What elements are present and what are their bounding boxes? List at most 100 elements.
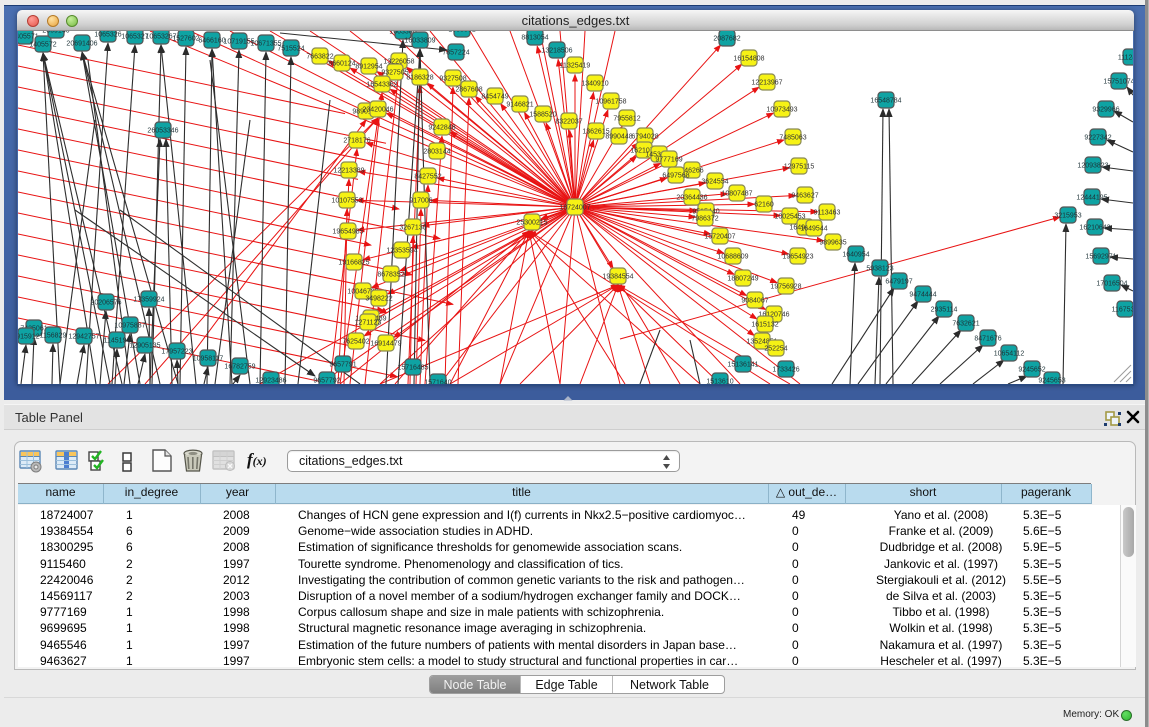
svg-text:252254: 252254	[764, 346, 787, 353]
svg-text:20691406: 20691406	[66, 41, 97, 48]
svg-text:7955812: 7955812	[613, 116, 640, 123]
svg-text:17957223: 17957223	[161, 349, 192, 356]
svg-text:3267130: 3267130	[399, 225, 426, 232]
svg-text:10975887: 10975887	[114, 323, 145, 330]
svg-text:17359924: 17359924	[133, 297, 164, 304]
svg-text:1167533: 1167533	[1112, 307, 1133, 314]
svg-text:10107553: 10107553	[331, 198, 362, 205]
svg-text:12942757: 12942757	[68, 334, 99, 341]
svg-text:2935114: 2935114	[931, 307, 958, 314]
svg-text:7485063: 7485063	[779, 135, 806, 142]
svg-text:1271123: 1271123	[355, 320, 382, 327]
svg-text:9657791: 9657791	[329, 362, 356, 369]
svg-text:6497568: 6497568	[662, 173, 689, 180]
svg-text:10807487: 10807487	[721, 191, 752, 198]
svg-text:3215953: 3215953	[1054, 213, 1081, 220]
svg-text:19654923: 19654923	[782, 254, 813, 261]
svg-text:15720407: 15720407	[704, 234, 735, 241]
svg-text:1340910: 1340910	[581, 81, 608, 88]
svg-text:8813054: 8813054	[521, 35, 548, 42]
svg-text:1615132: 1615132	[751, 322, 778, 329]
svg-text:18807249: 18807249	[727, 276, 758, 283]
svg-text:8186328: 8186328	[406, 75, 433, 82]
svg-text:15136141: 15136141	[727, 362, 758, 369]
svg-text:12213967: 12213967	[751, 80, 782, 87]
svg-text:8678352: 8678352	[377, 272, 404, 279]
svg-text:2087682: 2087682	[713, 36, 740, 43]
svg-text:16782759: 16782759	[224, 364, 255, 371]
svg-text:2069140: 2069140	[42, 31, 69, 35]
svg-text:16548784: 16548784	[870, 98, 901, 105]
svg-text:6466160: 6466160	[198, 38, 225, 45]
svg-text:19654985: 19654985	[332, 229, 363, 236]
svg-text:17016504: 17016504	[1096, 281, 1127, 288]
svg-text:26053346: 26053346	[147, 128, 178, 135]
svg-text:7986372: 7986372	[691, 216, 718, 223]
svg-text:19166825: 19166825	[338, 260, 369, 267]
svg-text:8454749: 8454749	[481, 94, 508, 101]
svg-text:1112480: 1112480	[1118, 55, 1133, 62]
svg-text:7515524: 7515524	[277, 46, 304, 53]
svg-text:2867608: 2867608	[455, 87, 482, 94]
svg-text:20364436: 20364436	[676, 195, 707, 202]
svg-text:15692971: 15692971	[1085, 254, 1116, 261]
svg-text:1156829: 1156829	[40, 333, 67, 340]
svg-text:1065326: 1065326	[94, 32, 121, 39]
svg-text:7632621: 7632621	[952, 321, 979, 328]
svg-text:9463627: 9463627	[791, 193, 818, 200]
svg-text:9227342: 9227342	[1084, 135, 1111, 142]
svg-text:8471676: 8471676	[974, 336, 1001, 343]
svg-text:9084067: 9084067	[741, 298, 768, 305]
svg-text:18724007: 18724007	[559, 205, 590, 212]
svg-text:20206576: 20206576	[90, 300, 121, 307]
svg-text:9113463: 9113463	[814, 210, 841, 217]
svg-text:9245652: 9245652	[1018, 367, 1045, 374]
svg-text:3624554: 3624554	[701, 179, 728, 186]
svg-text:16033809: 16033809	[404, 38, 435, 45]
svg-text:16914479: 16914479	[370, 341, 401, 348]
svg-text:8990448: 8990448	[605, 134, 632, 141]
svg-text:6479197: 6479197	[885, 279, 912, 286]
svg-text:8322037: 8322037	[555, 119, 582, 126]
svg-text:8912954: 8912954	[355, 64, 382, 71]
svg-text:8660124: 8660124	[328, 61, 355, 68]
svg-text:12975115: 12975115	[784, 164, 815, 171]
svg-text:2803144: 2803144	[423, 149, 450, 156]
svg-text:62160: 62160	[754, 202, 774, 209]
svg-text:10973493: 10973493	[766, 107, 797, 114]
svg-text:12213389: 12213389	[333, 168, 364, 175]
svg-text:16210643: 16210643	[1079, 225, 1110, 232]
svg-text:7857224: 7857224	[442, 50, 469, 57]
svg-text:9474444: 9474444	[909, 292, 936, 299]
svg-text:13218506: 13218506	[541, 48, 572, 55]
svg-text:12444195: 12444195	[1076, 195, 1107, 202]
svg-text:12905135: 12905135	[129, 343, 160, 350]
svg-text:1603381: 1603381	[448, 31, 475, 34]
svg-text:5938123: 5938123	[866, 266, 893, 273]
svg-text:7663822: 7663822	[306, 54, 333, 61]
svg-text:1588520: 1588520	[529, 112, 556, 119]
svg-text:10654112: 10654112	[994, 351, 1025, 358]
svg-text:9777169: 9777169	[655, 157, 682, 164]
svg-text:1405572: 1405572	[29, 42, 56, 49]
svg-text:9899635: 9899635	[819, 240, 846, 247]
svg-text:25300215: 25300215	[516, 220, 547, 227]
svg-text:7625402: 7625402	[342, 339, 369, 346]
svg-text:1733426: 1733426	[772, 367, 799, 374]
svg-text:10961758: 10961758	[595, 99, 626, 106]
svg-text:9146821: 9146821	[506, 102, 533, 109]
svg-text:917006: 917006	[409, 198, 432, 205]
svg-text:2718176: 2718176	[343, 138, 370, 145]
svg-text:19756928: 19756928	[770, 284, 801, 291]
svg-text:10688609: 10688609	[717, 254, 748, 261]
svg-text:10958117: 10958117	[193, 356, 224, 363]
svg-text:12353594: 12353594	[386, 248, 417, 255]
svg-text:1145194: 1145194	[104, 338, 131, 345]
svg-text:9329966: 9329966	[1092, 107, 1119, 114]
svg-text:12093823: 12093823	[1077, 163, 1108, 170]
svg-text:1649544: 1649544	[800, 226, 827, 233]
svg-text:11325419: 11325419	[560, 63, 591, 70]
svg-text:8427552: 8427552	[414, 174, 441, 181]
svg-text:6794028: 6794028	[631, 134, 658, 141]
svg-text:23420046: 23420046	[362, 107, 393, 114]
